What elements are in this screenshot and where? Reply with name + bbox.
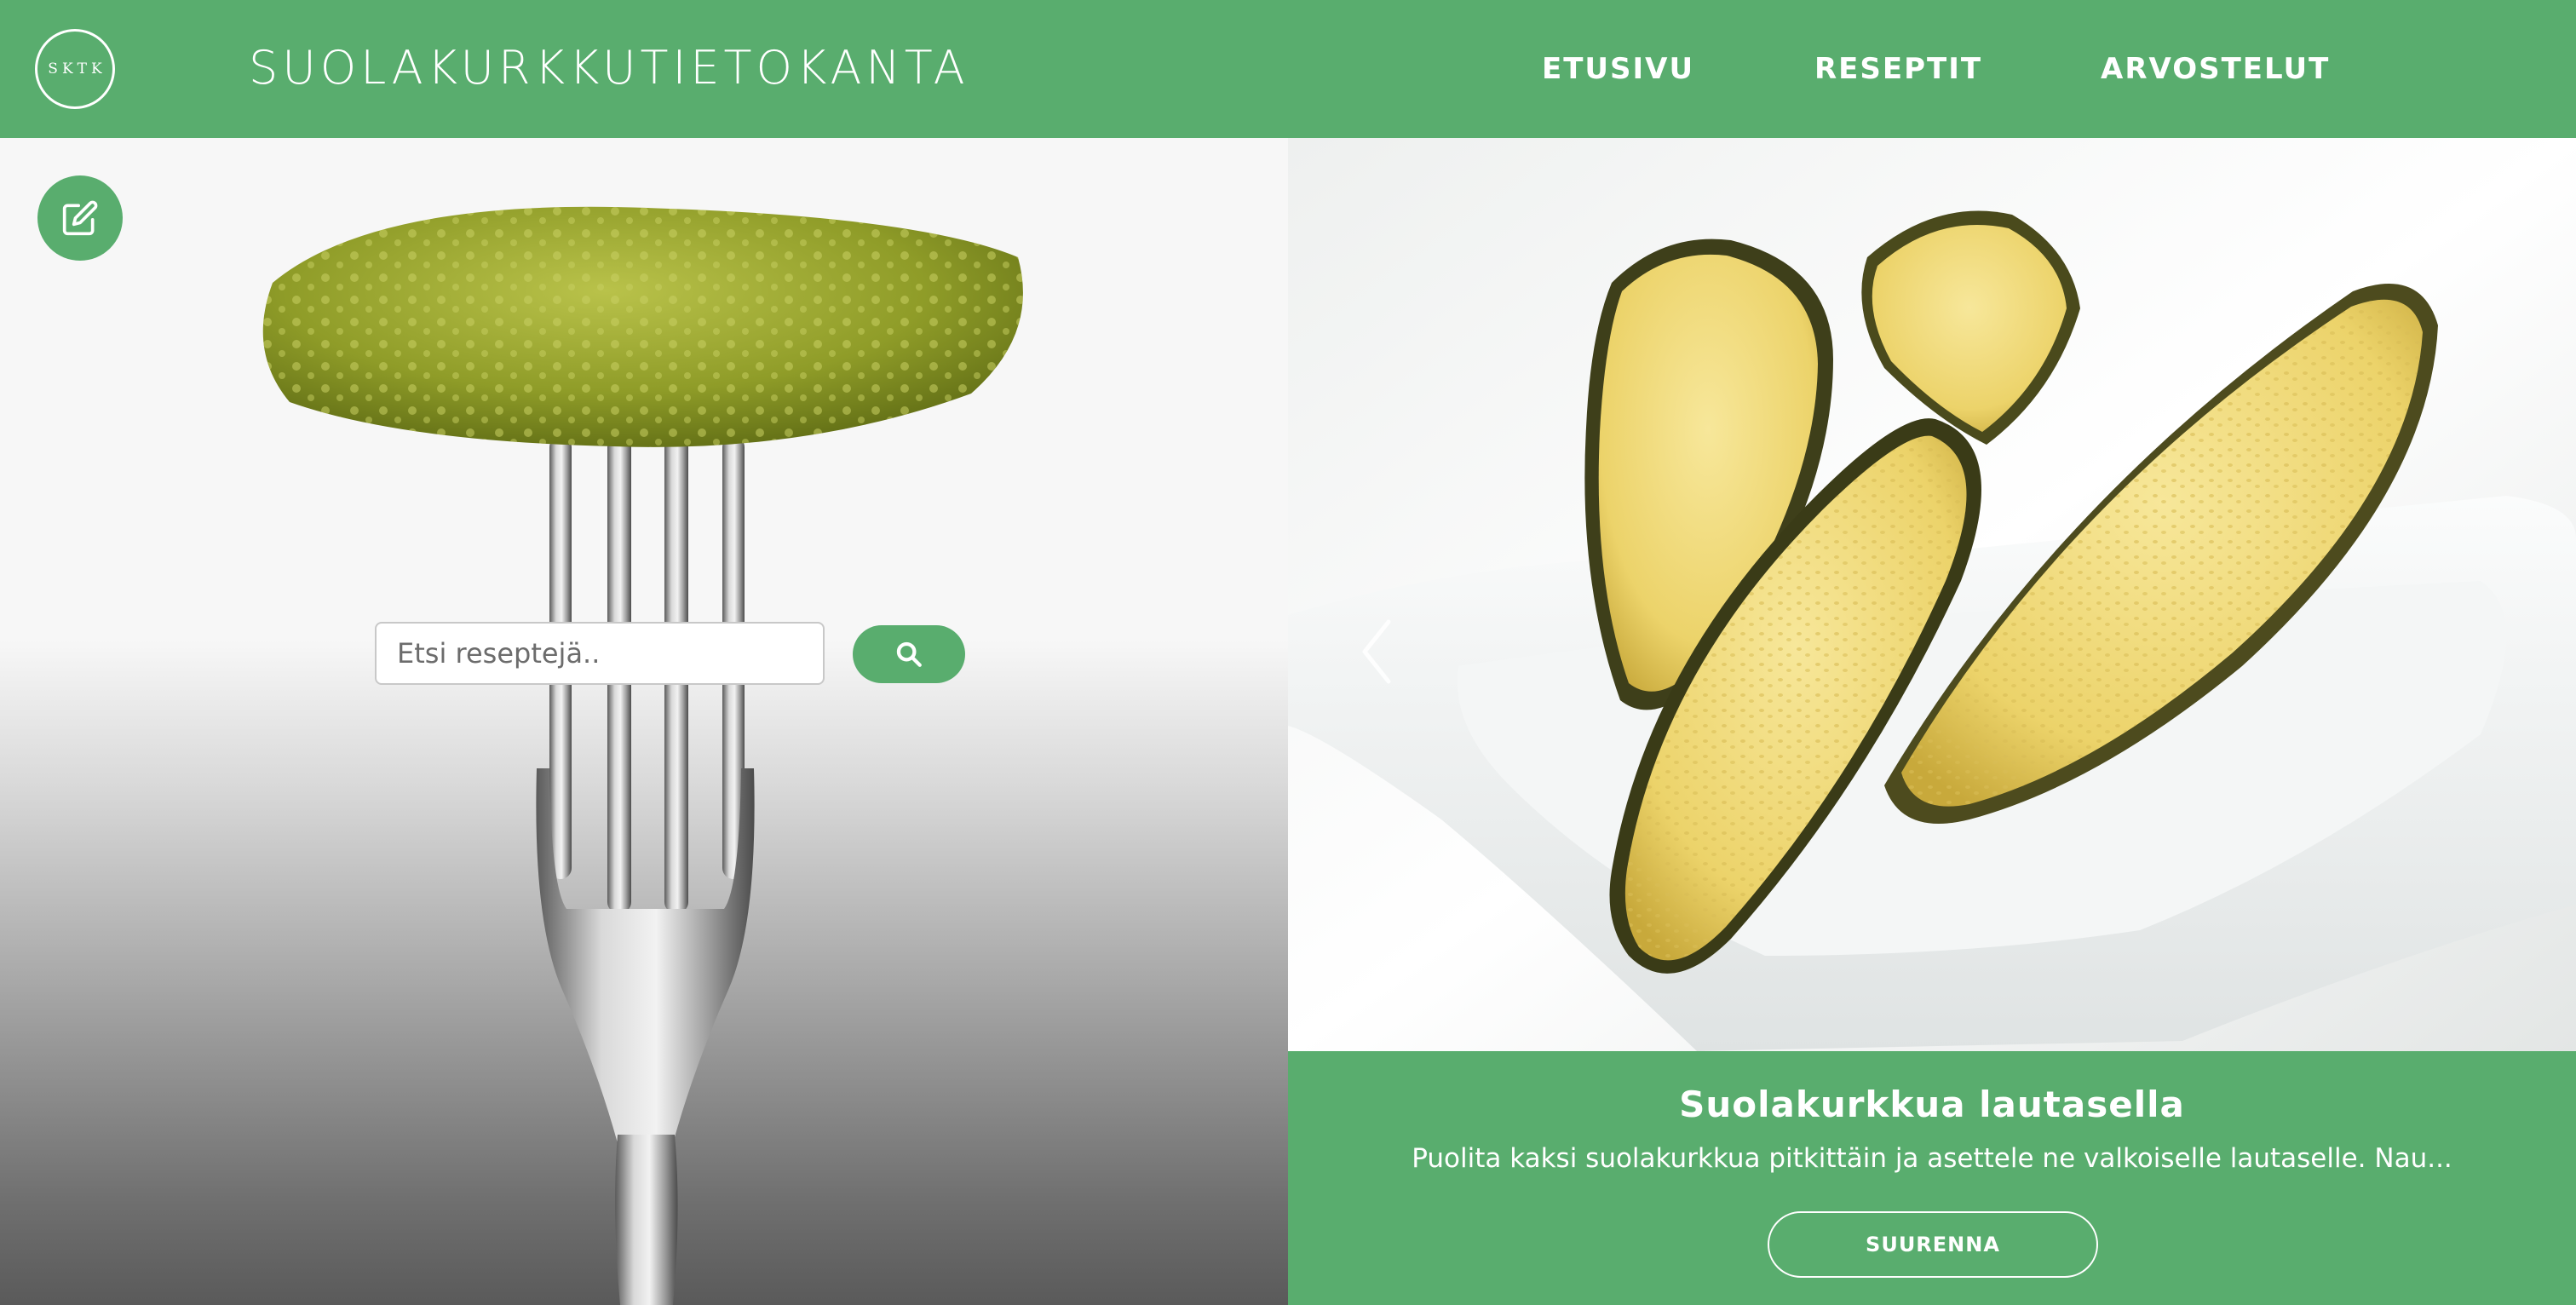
- enlarge-button[interactable]: SUURENNA: [1768, 1211, 2098, 1278]
- chevron-left-icon[interactable]: [1353, 613, 1404, 690]
- recipe-description: Puolita kaksi suolakurkkua pitkittäin ja…: [1412, 1143, 2452, 1174]
- carousel-caption: Suolakurkkua lautasella Puolita kaksi su…: [1288, 1051, 2576, 1305]
- nav-link-recipes[interactable]: RESEPTIT: [1814, 48, 1982, 90]
- site-header: SKTK SUOLAKURKKUTIETOKANTA ETUSIVU RESEP…: [0, 0, 2576, 138]
- edit-button[interactable]: [37, 175, 123, 261]
- edit-icon: [62, 200, 98, 236]
- nav-link-home[interactable]: ETUSIVU: [1542, 48, 1694, 90]
- site-title[interactable]: SUOLAKURKKUTIETOKANTA: [249, 37, 969, 99]
- search-icon: [896, 641, 922, 667]
- logo-text: SKTK: [48, 60, 106, 78]
- pickle-on-fork-image: [262, 206, 1023, 1305]
- site-logo[interactable]: SKTK: [35, 29, 115, 109]
- search-button[interactable]: [853, 625, 965, 683]
- hero-panel: [0, 138, 1288, 1305]
- recipe-title[interactable]: Suolakurkkua lautasella: [1288, 1084, 2576, 1125]
- nav-link-reviews[interactable]: ARVOSTELUT: [2101, 48, 2330, 90]
- pickles-on-plate-image: [1288, 138, 2576, 1051]
- search-input[interactable]: [375, 622, 825, 685]
